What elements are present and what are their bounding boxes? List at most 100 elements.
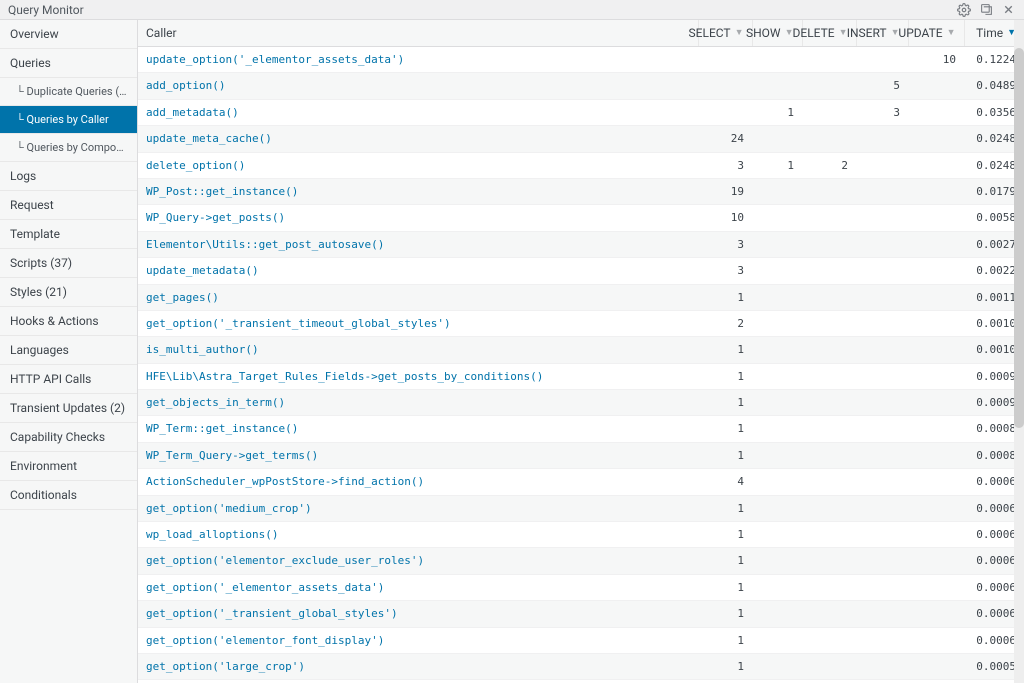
show-cell: [752, 601, 802, 627]
table-row: wp_load_alloptions()10.0006: [138, 522, 1024, 548]
select-cell: 1: [698, 442, 752, 468]
caller-cell[interactable]: update_option('_elementor_assets_data'): [138, 47, 698, 73]
insert-cell: [856, 469, 908, 495]
update-cell: [908, 574, 964, 600]
update-cell: [908, 178, 964, 204]
sidebar-item[interactable]: Environment: [0, 452, 137, 481]
caller-cell[interactable]: get_option('_transient_timeout_global_st…: [138, 310, 698, 336]
sidebar-item[interactable]: └ Queries by Component: [0, 134, 137, 162]
update-cell: [908, 126, 964, 152]
select-cell: 1: [698, 416, 752, 442]
select-cell: 1: [698, 653, 752, 679]
show-cell: [752, 231, 802, 257]
sidebar-item[interactable]: Transient Updates (2): [0, 394, 137, 423]
filter-icon[interactable]: ▼: [947, 29, 956, 38]
caller-cell[interactable]: get_option('large_crop'): [138, 653, 698, 679]
caller-cell[interactable]: get_option('_transient_global_styles'): [138, 601, 698, 627]
col-caller[interactable]: Caller: [138, 20, 698, 47]
table-row: get_option('elementor_font_display')10.0…: [138, 627, 1024, 653]
caller-cell[interactable]: WP_Term_Query->get_terms(): [138, 442, 698, 468]
sidebar-item[interactable]: Template: [0, 220, 137, 249]
update-cell: [908, 601, 964, 627]
scrollbar-track[interactable]: [1014, 20, 1024, 683]
update-cell: [908, 416, 964, 442]
show-cell: [752, 416, 802, 442]
delete-cell: [802, 390, 856, 416]
table-row: get_pages()10.0011: [138, 284, 1024, 310]
sidebar-item[interactable]: └ Duplicate Queries (8): [0, 78, 137, 106]
sidebar-item[interactable]: Logs: [0, 162, 137, 191]
table-row: add_option()50.0489: [138, 73, 1024, 99]
show-cell: [752, 548, 802, 574]
sidebar-item[interactable]: Hooks & Actions: [0, 307, 137, 336]
sidebar-item[interactable]: Overview: [0, 20, 137, 49]
caller-cell[interactable]: WP_Post::get_instance(): [138, 178, 698, 204]
col-select[interactable]: SELECT▼: [698, 20, 752, 47]
insert-cell: [856, 47, 908, 73]
settings-icon[interactable]: [956, 2, 972, 18]
close-icon[interactable]: [1000, 2, 1016, 18]
caller-cell[interactable]: get_option('elementor_font_display'): [138, 627, 698, 653]
sidebar-item[interactable]: └ Queries by Caller: [0, 106, 137, 134]
delete-cell: [802, 469, 856, 495]
show-cell: [752, 442, 802, 468]
show-cell: [752, 178, 802, 204]
sidebar-item[interactable]: Scripts (37): [0, 249, 137, 278]
sidebar-item[interactable]: Capability Checks: [0, 423, 137, 452]
select-cell: 2: [698, 310, 752, 336]
table-row: HFE\Lib\Astra_Target_Rules_Fields->get_p…: [138, 363, 1024, 389]
show-cell: [752, 126, 802, 152]
insert-cell: [856, 627, 908, 653]
sidebar-item[interactable]: HTTP API Calls: [0, 365, 137, 394]
delete-cell: [802, 99, 856, 125]
sidebar-item[interactable]: Request: [0, 191, 137, 220]
select-cell: 3: [698, 152, 752, 178]
insert-cell: [856, 205, 908, 231]
caller-cell[interactable]: WP_Query->get_posts(): [138, 205, 698, 231]
caller-cell[interactable]: update_meta_cache(): [138, 126, 698, 152]
update-cell: [908, 390, 964, 416]
caller-cell[interactable]: get_option('_elementor_assets_data'): [138, 574, 698, 600]
insert-cell: [856, 601, 908, 627]
caller-cell[interactable]: get_pages(): [138, 284, 698, 310]
caller-cell[interactable]: get_objects_in_term(): [138, 390, 698, 416]
delete-cell: [802, 495, 856, 521]
insert-cell: [856, 178, 908, 204]
caller-cell[interactable]: is_multi_author(): [138, 337, 698, 363]
app-title: Query Monitor: [8, 3, 84, 17]
update-cell: [908, 337, 964, 363]
select-cell: 19: [698, 178, 752, 204]
update-cell: [908, 363, 964, 389]
sidebar-item[interactable]: Queries: [0, 49, 137, 78]
caller-cell[interactable]: add_metadata(): [138, 99, 698, 125]
table-row: update_metadata()30.0022: [138, 258, 1024, 284]
select-cell: 1: [698, 495, 752, 521]
update-cell: [908, 205, 964, 231]
scrollbar-thumb[interactable]: [1014, 48, 1024, 428]
table-row: ActionScheduler_wpPostStore->find_action…: [138, 469, 1024, 495]
caller-cell[interactable]: Elementor\Utils::get_post_autosave(): [138, 231, 698, 257]
update-cell: [908, 258, 964, 284]
caller-cell[interactable]: get_option('elementor_exclude_user_roles…: [138, 548, 698, 574]
popout-icon[interactable]: [978, 2, 994, 18]
insert-cell: [856, 310, 908, 336]
sidebar-item[interactable]: Languages: [0, 336, 137, 365]
caller-cell[interactable]: get_option('medium_crop'): [138, 495, 698, 521]
col-update[interactable]: UPDATE▼: [908, 20, 964, 47]
caller-cell[interactable]: wp_load_alloptions(): [138, 522, 698, 548]
caller-cell[interactable]: delete_option(): [138, 152, 698, 178]
caller-cell[interactable]: HFE\Lib\Astra_Target_Rules_Fields->get_p…: [138, 363, 698, 389]
select-cell: 3: [698, 231, 752, 257]
table-row: get_option('_transient_timeout_global_st…: [138, 310, 1024, 336]
filter-icon[interactable]: ▼: [735, 29, 744, 38]
table-row: get_option('medium_crop')10.0006: [138, 495, 1024, 521]
caller-cell[interactable]: WP_Term::get_instance(): [138, 416, 698, 442]
caller-cell[interactable]: update_metadata(): [138, 258, 698, 284]
caller-cell[interactable]: add_option(): [138, 73, 698, 99]
caller-cell[interactable]: ActionScheduler_wpPostStore->find_action…: [138, 469, 698, 495]
sidebar-item[interactable]: Conditionals: [0, 481, 137, 510]
queries-table: Caller SELECT▼ SHOW▼ DELETE▼ INSERT▼ UPD…: [138, 20, 1024, 683]
select-cell: 3: [698, 258, 752, 284]
insert-cell: [856, 231, 908, 257]
sidebar-item[interactable]: Styles (21): [0, 278, 137, 307]
